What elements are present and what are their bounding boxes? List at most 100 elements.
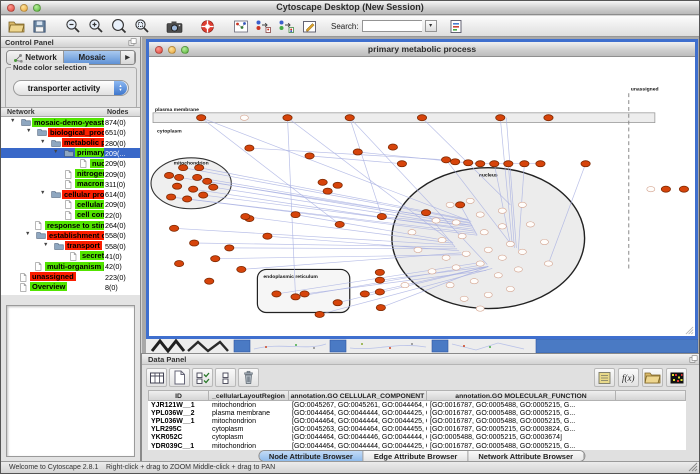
- tree-row-multi-organism-pro[interactable]: multi-organism pro42(0): [1, 261, 140, 271]
- tree-expander-icon[interactable]: ▼: [53, 149, 58, 155]
- network-node[interactable]: [506, 241, 514, 246]
- tab-network-attribute-browser[interactable]: Network Attribute Browser: [468, 451, 584, 461]
- network-node[interactable]: [540, 239, 548, 244]
- table-row[interactable]: YLR295Ccytoplasm[GO:0045263, GO:0044464,…: [148, 426, 686, 434]
- tree-expander-icon[interactable]: ▼: [40, 190, 45, 196]
- network-node[interactable]: [446, 202, 454, 207]
- annotation-button[interactable]: [298, 17, 321, 36]
- tree-row-cellular-metabo[interactable]: cellular metabo209(0): [1, 199, 140, 209]
- tab-edge-attribute-browser[interactable]: Edge Attribute Browser: [364, 451, 468, 461]
- help-button[interactable]: [196, 17, 219, 36]
- network-node[interactable]: [490, 161, 499, 167]
- import-table-button[interactable]: [642, 368, 663, 387]
- network-node[interactable]: [283, 115, 292, 121]
- network-node[interactable]: [544, 115, 553, 121]
- tree-row-unassigned[interactable]: unassigned223(0): [1, 272, 140, 282]
- network-node[interactable]: [169, 225, 178, 231]
- network-node[interactable]: [377, 214, 386, 220]
- network-node[interactable]: [333, 300, 342, 306]
- network-node[interactable]: [526, 222, 534, 227]
- network-node[interactable]: [442, 255, 450, 260]
- network-node[interactable]: [446, 282, 454, 287]
- app-resize-grip[interactable]: [688, 462, 698, 472]
- network-node[interactable]: [452, 220, 460, 225]
- network-node[interactable]: [460, 296, 468, 301]
- tree-expander-icon[interactable]: ▼: [43, 242, 48, 248]
- network-node[interactable]: [470, 279, 478, 284]
- tree-row-cellular-process[interactable]: ▼cellular process614(0): [1, 189, 140, 199]
- import-attributes-button[interactable]: [445, 17, 468, 36]
- table-row[interactable]: YPL036W__1mitochondrion[GO:0044464, GO:0…: [148, 417, 686, 425]
- network-node[interactable]: [272, 291, 281, 297]
- tree-row-nitrogen-compo[interactable]: nitrogen compo209(0): [1, 169, 140, 179]
- network-node[interactable]: [506, 286, 514, 291]
- network-node[interactable]: [484, 292, 492, 297]
- network-node[interactable]: [190, 240, 199, 246]
- network-node[interactable]: [225, 245, 234, 251]
- network-node[interactable]: [240, 115, 248, 120]
- tree-expander-icon[interactable]: ▼: [40, 139, 45, 145]
- network-node[interactable]: [401, 282, 409, 287]
- network-node[interactable]: [245, 145, 254, 151]
- zoom-out-button[interactable]: [61, 17, 84, 36]
- network-node[interactable]: [417, 115, 426, 121]
- network-canvas[interactable]: plasma membranecytoplasmmitochondrionnuc…: [149, 58, 695, 336]
- network-node[interactable]: [263, 233, 272, 239]
- table-row[interactable]: YKR052Ccytoplasm[GO:0044464, GO:0044446,…: [148, 434, 686, 442]
- table-header-annotation.GO MOLECULAR_FUNCTION[interactable]: annotation.GO MOLECULAR_FUNCTION: [427, 390, 616, 401]
- network-node[interactable]: [205, 278, 214, 284]
- network-node[interactable]: [179, 165, 188, 171]
- network-node[interactable]: [494, 273, 502, 278]
- save-session-button[interactable]: [28, 17, 51, 36]
- network-node[interactable]: [536, 161, 545, 167]
- network-node[interactable]: [518, 202, 526, 207]
- network-node[interactable]: [345, 115, 354, 121]
- network-node[interactable]: [195, 165, 204, 171]
- network-node[interactable]: [476, 161, 485, 167]
- network-node[interactable]: [291, 294, 300, 300]
- network-node[interactable]: [466, 198, 474, 203]
- network-node[interactable]: [544, 261, 552, 266]
- network-node[interactable]: [172, 183, 181, 189]
- network-node[interactable]: [397, 161, 406, 167]
- view-window-titlebar[interactable]: primary metabolic process: [149, 42, 695, 57]
- birdseye-view-panel[interactable]: [6, 305, 135, 457]
- network-node[interactable]: [360, 291, 369, 297]
- network-node[interactable]: [452, 265, 460, 270]
- network-node[interactable]: [498, 255, 506, 260]
- layout-button[interactable]: [275, 17, 298, 36]
- network-node[interactable]: [456, 202, 465, 208]
- network-node[interactable]: [661, 186, 670, 192]
- table-row[interactable]: YDR039C__1mitochondrion[GO:0044464, GO:0…: [148, 442, 686, 450]
- tree-row-nucleobase-[interactable]: nucleobase-209(0): [1, 158, 140, 168]
- birdseye-view-button[interactable]: [229, 17, 252, 36]
- network-node[interactable]: [166, 194, 175, 200]
- network-node[interactable]: [203, 178, 212, 184]
- new-attribute-button[interactable]: [169, 368, 190, 387]
- open-session-button[interactable]: [5, 17, 28, 36]
- tab-node-attribute-browser[interactable]: Node Attribute Browser: [259, 451, 364, 461]
- table-header-annotation.GO CELLULAR_COMPONENT[interactable]: annotation.GO CELLULAR_COMPONENT: [289, 390, 427, 401]
- table-row[interactable]: YJR121W__1mitochondrion[GO:0045267, GO:0…: [148, 401, 686, 409]
- tree-row-secretion[interactable]: secretion41(0): [1, 251, 140, 261]
- network-node[interactable]: [581, 161, 590, 167]
- network-node[interactable]: [323, 188, 332, 194]
- unselect-attributes-button[interactable]: [215, 368, 236, 387]
- edit-metadata-button[interactable]: [594, 368, 615, 387]
- network-node[interactable]: [518, 249, 526, 254]
- network-node[interactable]: [375, 269, 384, 275]
- network-node[interactable]: [480, 230, 488, 235]
- network-node[interactable]: [484, 247, 492, 252]
- network-node[interactable]: [498, 224, 506, 229]
- zoom-selected-button[interactable]: [130, 17, 153, 36]
- network-node[interactable]: [408, 230, 416, 235]
- network-node[interactable]: [504, 161, 513, 167]
- network-node[interactable]: [300, 291, 309, 297]
- network-node[interactable]: [197, 115, 206, 121]
- network-node[interactable]: [458, 234, 466, 239]
- tree-row-primary-metabo[interactable]: ▼primary metabo209(...: [1, 148, 140, 158]
- tree-row-cell-communicat[interactable]: cell communicat22(0): [1, 210, 140, 220]
- float-data-panel-icon[interactable]: [689, 355, 698, 363]
- network-node[interactable]: [432, 218, 440, 223]
- network-node[interactable]: [189, 186, 198, 192]
